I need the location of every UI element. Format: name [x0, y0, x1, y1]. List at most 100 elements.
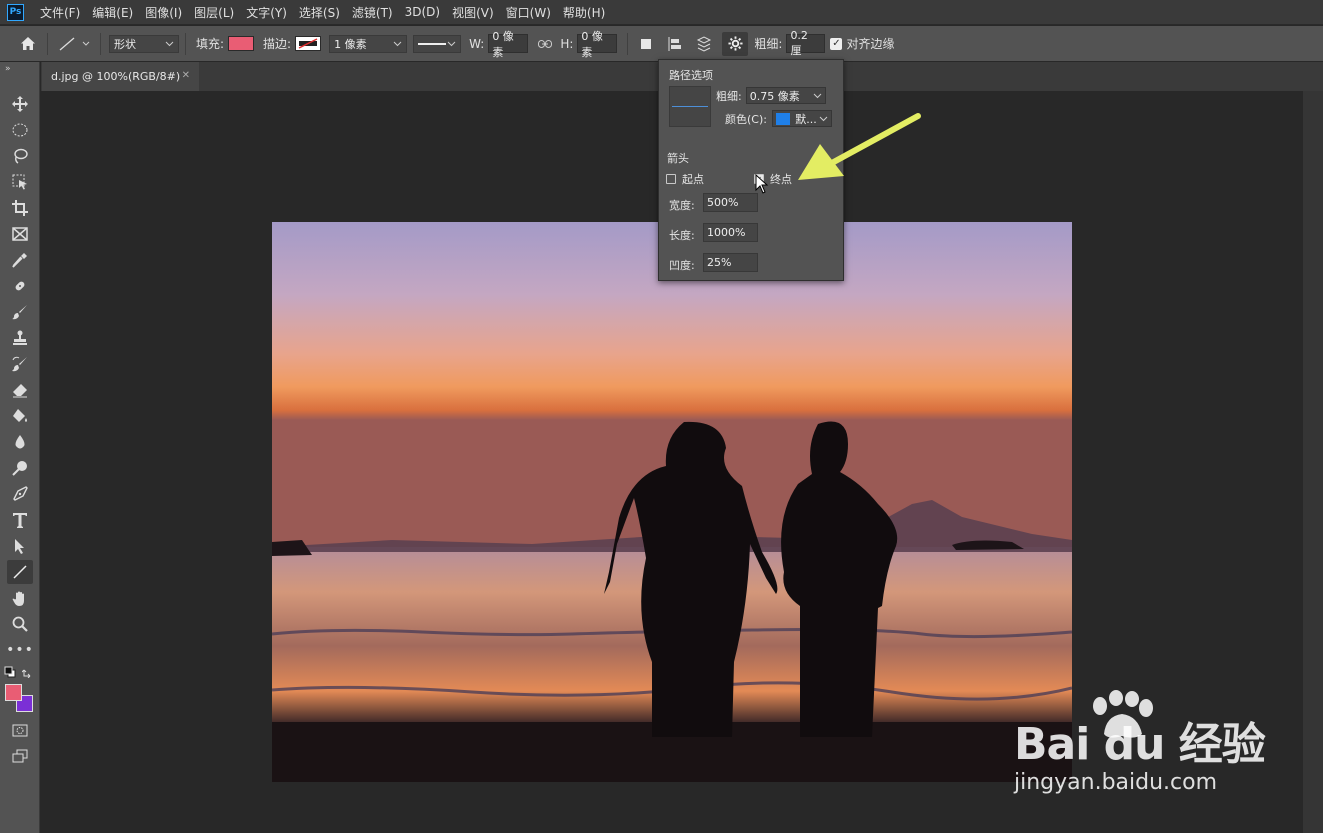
- blur-tool-icon[interactable]: [7, 430, 33, 454]
- healing-brush-tool-icon[interactable]: [7, 274, 33, 298]
- stroke-width-select[interactable]: 1 像素: [329, 34, 408, 53]
- move-tool-icon[interactable]: [7, 92, 33, 116]
- weight-input[interactable]: 0.2 厘: [786, 29, 826, 57]
- zoom-tool-icon[interactable]: [7, 612, 33, 636]
- arrow-concavity-input[interactable]: 25%: [703, 253, 758, 272]
- history-brush-tool-icon[interactable]: [7, 352, 33, 376]
- close-icon[interactable]: ✕: [182, 70, 190, 81]
- crop-tool-icon[interactable]: [7, 196, 33, 220]
- width-input[interactable]: 0 像素: [488, 30, 529, 59]
- hand-tool-icon[interactable]: [7, 586, 33, 610]
- clone-stamp-tool-icon[interactable]: [7, 326, 33, 350]
- arrow-width-label: 宽度:: [669, 199, 695, 212]
- menu-edit[interactable]: 编辑(E): [86, 4, 139, 21]
- foreground-color-swatch[interactable]: [5, 684, 22, 701]
- arrow-length-label: 长度:: [669, 229, 695, 242]
- menu-bar: Ps 文件(F) 编辑(E) 图像(I) 图层(L) 文字(Y) 选择(S) 滤…: [0, 0, 1323, 25]
- path-arrangement-icon[interactable]: [691, 32, 717, 56]
- vertical-scrollbar[interactable]: [1303, 91, 1323, 833]
- separator: [185, 32, 186, 55]
- link-icon[interactable]: [534, 32, 556, 56]
- object-selection-tool-icon[interactable]: [7, 170, 33, 194]
- dodge-tool-icon[interactable]: [7, 456, 33, 480]
- chevron-down-icon: [393, 41, 402, 46]
- weight-select[interactable]: 0.75 像素: [745, 87, 826, 104]
- path-options-title: 路径选项: [669, 69, 713, 82]
- options-bar: 形状 填充: 描边: 1 像素 W: 0 像素 H: 0 像素 粗细: 0.2 …: [0, 26, 1323, 61]
- arrow-width-input[interactable]: 500%: [703, 193, 758, 212]
- arrow-length-input[interactable]: 1000%: [703, 223, 758, 242]
- menu-type[interactable]: 文字(Y): [240, 4, 293, 21]
- color-label: 颜色(C):: [725, 112, 767, 126]
- path-selection-tool-icon[interactable]: [7, 534, 33, 558]
- tool-mode-select[interactable]: 形状: [109, 34, 179, 53]
- eraser-tool-icon[interactable]: [7, 378, 33, 402]
- separator: [627, 32, 629, 55]
- photoshop-logo: Ps: [7, 3, 24, 21]
- menu-file[interactable]: 文件(F): [34, 4, 86, 21]
- align-edges-checkbox[interactable]: ✓: [830, 37, 843, 50]
- brush-tool-icon[interactable]: [7, 300, 33, 324]
- align-edges-label: 对齐边缘: [846, 37, 895, 51]
- fill-color-swatch[interactable]: [228, 36, 255, 51]
- collapse-panel-icon[interactable]: »: [5, 64, 11, 74]
- start-checkbox[interactable]: [666, 174, 676, 184]
- swap-colors-icon[interactable]: [21, 666, 34, 679]
- gear-icon[interactable]: [722, 31, 749, 56]
- menu-layer[interactable]: 图层(L): [188, 4, 240, 21]
- height-label: H:: [560, 36, 574, 51]
- mouse-cursor-icon: [755, 174, 769, 194]
- type-tool-icon[interactable]: [7, 508, 33, 532]
- line-tool-preset-picker[interactable]: [54, 32, 94, 56]
- more-tools-icon[interactable]: •••: [6, 638, 33, 662]
- screen-mode-icon[interactable]: [7, 744, 33, 768]
- menu-image[interactable]: 图像(I): [139, 4, 188, 21]
- arrowheads-label: 箭头: [667, 152, 689, 165]
- separator: [100, 32, 101, 55]
- stroke-label: 描边:: [263, 37, 292, 51]
- stroke-preview: [669, 86, 711, 127]
- chevron-down-icon: [447, 41, 456, 46]
- menu-view[interactable]: 视图(V): [446, 4, 500, 21]
- menu-select[interactable]: 选择(S): [293, 4, 346, 21]
- height-input[interactable]: 0 像素: [577, 30, 618, 59]
- paint-bucket-tool-icon[interactable]: [7, 404, 33, 428]
- menu-help[interactable]: 帮助(H): [557, 4, 611, 21]
- stroke-type-select[interactable]: [413, 34, 462, 53]
- path-operations-icon[interactable]: [634, 32, 658, 56]
- quick-mask-icon[interactable]: [7, 718, 33, 742]
- lasso-tool-icon[interactable]: [7, 144, 33, 168]
- document-tab-title: d.jpg @ 100%(RGB/8#): [51, 70, 181, 83]
- menu-window[interactable]: 窗口(W): [500, 4, 557, 21]
- fill-label: 填充:: [196, 37, 225, 51]
- end-label: 终点: [770, 173, 792, 186]
- start-label: 起点: [682, 173, 704, 186]
- default-colors-icon[interactable]: [4, 666, 16, 678]
- chevron-down-icon: [165, 41, 174, 46]
- eyedropper-tool-icon[interactable]: [7, 248, 33, 272]
- weight-label: 粗细:: [754, 37, 783, 51]
- weight-label: 粗细:: [716, 89, 742, 103]
- tools-panel: » •••: [0, 62, 40, 833]
- pen-tool-icon[interactable]: [7, 482, 33, 506]
- baidu-watermark: Bai du 经验 jingyan.baidu.com: [1000, 690, 1300, 810]
- stroke-color-swatch[interactable]: [295, 36, 322, 51]
- start-arrow-option[interactable]: 起点: [666, 171, 704, 187]
- path-alignment-icon[interactable]: [662, 32, 688, 56]
- solid-line-icon: [418, 42, 447, 45]
- line-tool-icon[interactable]: [7, 560, 33, 584]
- arrow-concavity-label: 凹度:: [669, 259, 695, 272]
- document-tab[interactable]: d.jpg @ 100%(RGB/8#) ✕: [42, 62, 199, 91]
- menu-filter[interactable]: 滤镜(T): [346, 4, 399, 21]
- tool-mode-value: 形状: [114, 37, 136, 51]
- frame-tool-icon[interactable]: [7, 222, 33, 246]
- marquee-tool-icon[interactable]: [7, 118, 33, 142]
- home-icon[interactable]: [15, 32, 41, 56]
- color-chip: [775, 112, 790, 125]
- annotation-arrow-icon: [798, 113, 921, 180]
- stroke-width-value: 1 像素: [334, 37, 367, 51]
- document-image[interactable]: [272, 222, 1072, 782]
- menu-3d[interactable]: 3D(D): [399, 5, 446, 19]
- watermark-site: jingyan.baidu.com: [1014, 770, 1218, 795]
- width-label: W:: [469, 36, 485, 51]
